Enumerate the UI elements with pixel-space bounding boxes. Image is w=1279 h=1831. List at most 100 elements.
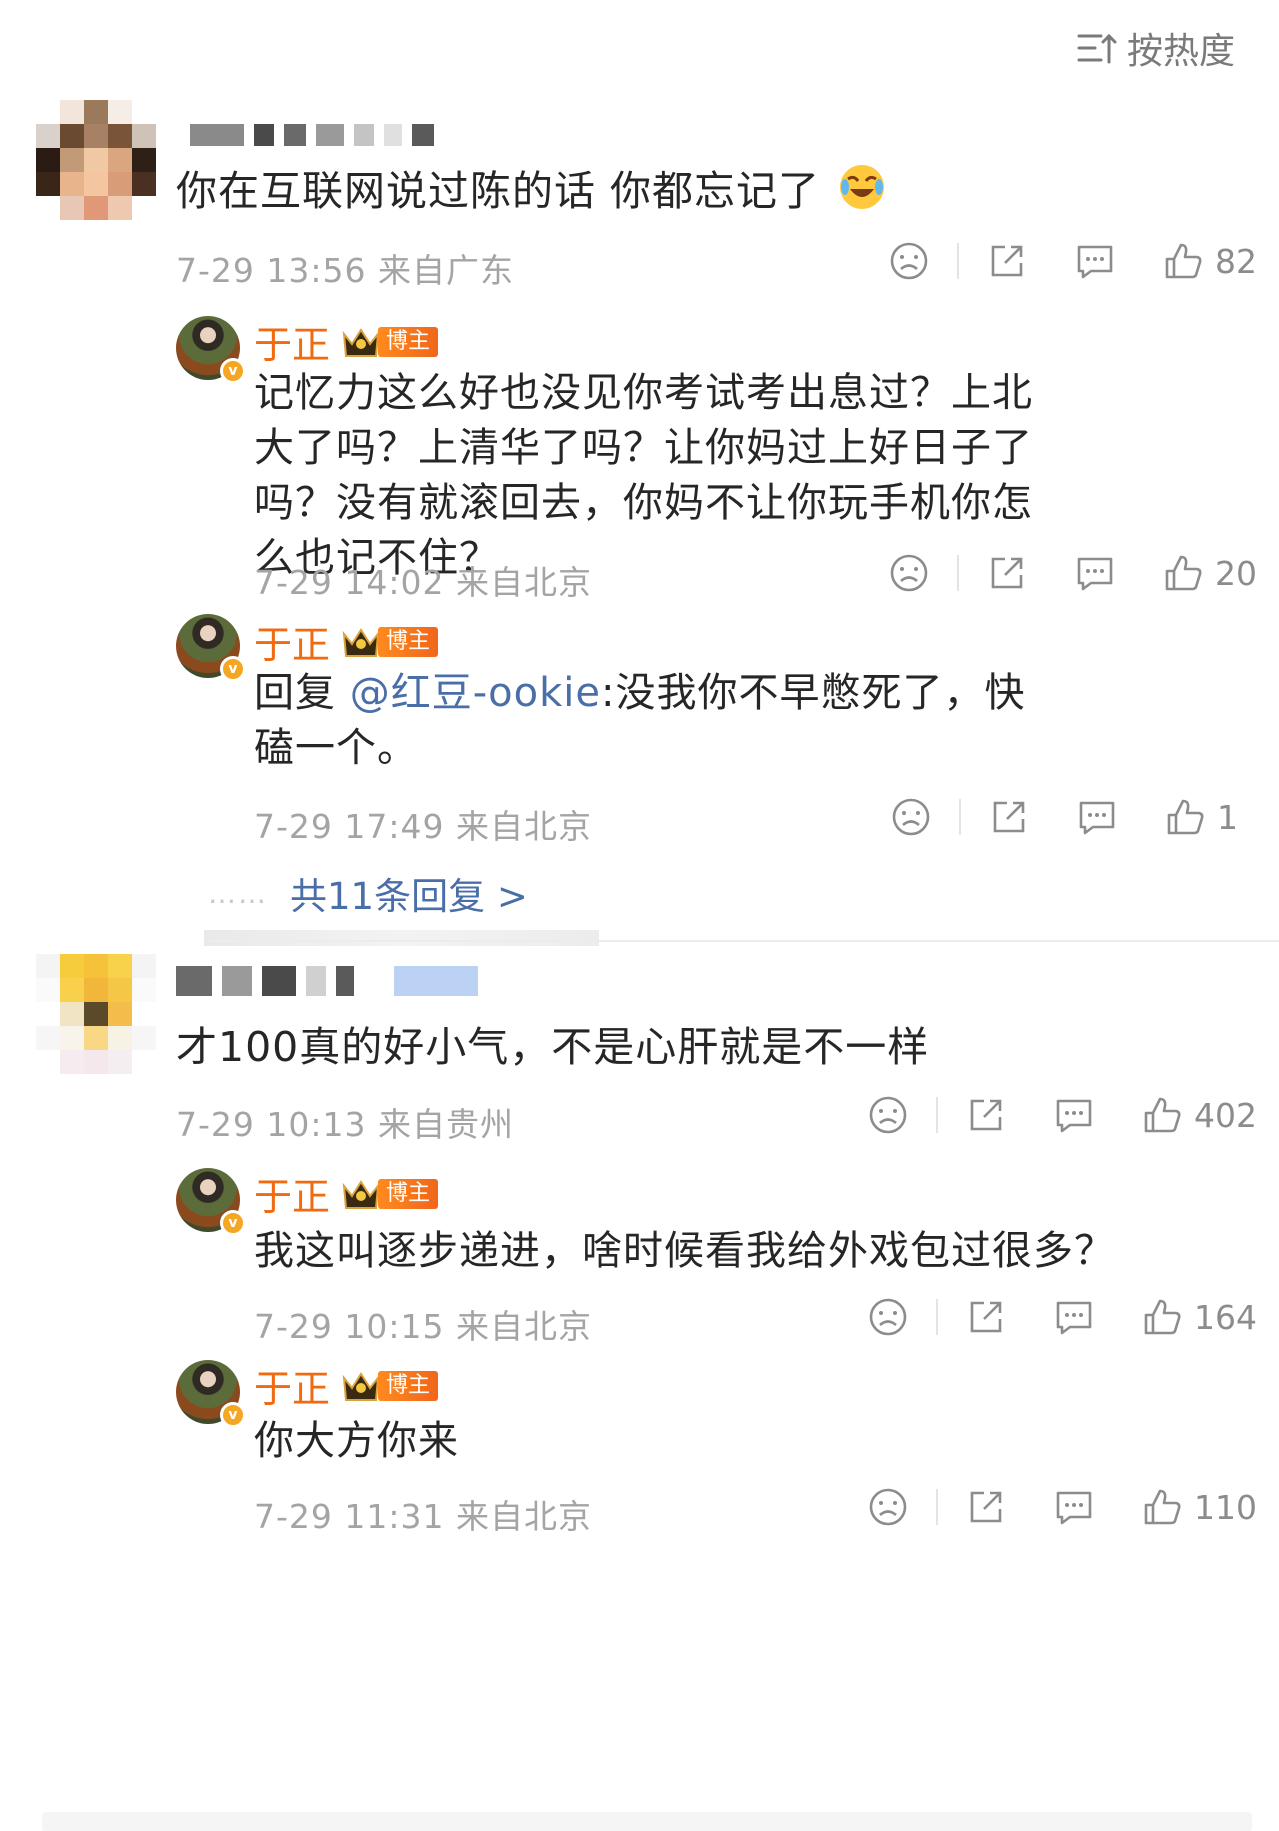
- more-dots: ……: [208, 876, 268, 910]
- verified-badge-icon: v: [220, 358, 246, 384]
- thumbs-up-icon: [1144, 1489, 1181, 1525]
- dislike-button[interactable]: [887, 551, 931, 595]
- reply-button[interactable]: [1073, 551, 1117, 595]
- reply-author[interactable]: 于正 博主: [254, 314, 439, 369]
- comment-text: 才100真的好小气，不是心肝就是不一样: [176, 1023, 930, 1071]
- mention-link[interactable]: @红豆-ookie: [350, 670, 601, 716]
- username-redacted[interactable]: [176, 966, 478, 996]
- comment-icon: [1056, 1099, 1092, 1133]
- share-icon: [970, 1099, 1002, 1131]
- like-count: 164: [1194, 1297, 1257, 1337]
- like-button[interactable]: 1: [1163, 795, 1257, 839]
- sort-label: 按热度: [1126, 31, 1235, 72]
- reply-author[interactable]: 于正 博主: [254, 614, 439, 669]
- sad-face-icon: [869, 1488, 907, 1526]
- reply-button[interactable]: [1073, 239, 1117, 283]
- comment-icon: [1077, 557, 1113, 591]
- divider: [936, 1489, 938, 1525]
- reply-button[interactable]: [1052, 1093, 1096, 1137]
- reply-author[interactable]: 于正 博主: [254, 1358, 439, 1413]
- view-all-replies-label: 共11条回复 >: [290, 875, 528, 918]
- comment-icon: [1079, 801, 1115, 835]
- reply-text: 你大方你来: [254, 1418, 459, 1464]
- crown-icon: [342, 327, 380, 357]
- reply-avatar[interactable]: v: [176, 614, 246, 682]
- like-count: 110: [1194, 1487, 1257, 1527]
- thumbs-up-icon: [1167, 799, 1204, 835]
- divider: [204, 930, 599, 946]
- dislike-button[interactable]: [866, 1295, 910, 1339]
- share-icon: [991, 557, 1023, 589]
- thumbs-up-icon: [1165, 555, 1202, 591]
- verified-badge-icon: v: [220, 1402, 246, 1428]
- avatar[interactable]: [36, 100, 158, 222]
- sad-face-icon: [869, 1298, 907, 1336]
- blogger-badge: 博主: [340, 624, 439, 660]
- divider: [204, 940, 1279, 942]
- thumbs-up-icon: [1165, 243, 1202, 279]
- view-all-replies-link[interactable]: …… 共11条回复 >: [208, 866, 528, 920]
- like-count: 82: [1215, 241, 1257, 281]
- share-button[interactable]: [985, 239, 1029, 283]
- like-count: 402: [1194, 1095, 1257, 1135]
- username-redacted[interactable]: [190, 124, 434, 146]
- thumbs-up-icon: [1144, 1299, 1181, 1335]
- reply-author[interactable]: 于正 博主: [254, 1166, 439, 1221]
- bottom-input-bar[interactable]: [42, 1812, 1252, 1831]
- reply-actions: 20: [887, 548, 1257, 598]
- sort-by-hot-button[interactable]: 按热度: [1075, 22, 1235, 74]
- divider: [936, 1299, 938, 1335]
- reply-avatar[interactable]: v: [176, 1168, 246, 1236]
- like-count: 1: [1217, 797, 1238, 837]
- reply-actions: 110: [866, 1482, 1257, 1532]
- like-button[interactable]: 110: [1140, 1485, 1257, 1529]
- comment-icon: [1056, 1491, 1092, 1525]
- share-button[interactable]: [987, 795, 1031, 839]
- like-button[interactable]: 164: [1140, 1295, 1257, 1339]
- crown-icon: [342, 1179, 380, 1209]
- dislike-button[interactable]: [889, 795, 933, 839]
- avatar[interactable]: [36, 954, 158, 1076]
- share-icon: [970, 1491, 1002, 1523]
- divider: [936, 1097, 938, 1133]
- crown-icon: [342, 627, 380, 657]
- share-button[interactable]: [964, 1295, 1008, 1339]
- thumbs-up-icon: [1144, 1097, 1181, 1133]
- sad-face-icon: [890, 554, 928, 592]
- reply-button[interactable]: [1075, 795, 1119, 839]
- reply-avatar[interactable]: v: [176, 316, 246, 384]
- comment-icon: [1056, 1301, 1092, 1335]
- like-count: 20: [1215, 553, 1257, 593]
- comment-text: 你在互联网说过陈的话 你都忘记了: [176, 160, 886, 222]
- divider: [957, 555, 959, 591]
- comment-actions: 402: [866, 1090, 1257, 1140]
- comment-meta: 7-29 13:56 来自广东: [176, 251, 514, 290]
- share-icon: [993, 801, 1025, 833]
- reply-text: 回复 @红豆-ookie:没我你不早憋死了，快磕一个。: [254, 670, 1026, 771]
- reply-button[interactable]: [1052, 1485, 1096, 1529]
- reply-meta: 7-29 17:49 来自北京: [254, 807, 592, 846]
- dislike-button[interactable]: [887, 239, 931, 283]
- sad-face-icon: [869, 1096, 907, 1134]
- comment-icon: [1077, 245, 1113, 279]
- sort-icon: [1077, 33, 1117, 64]
- share-button[interactable]: [964, 1093, 1008, 1137]
- dislike-button[interactable]: [866, 1485, 910, 1529]
- share-button[interactable]: [964, 1485, 1008, 1529]
- sad-face-icon: [892, 798, 930, 836]
- blogger-badge: 博主: [340, 324, 439, 360]
- reply-meta: 7-29 11:31 来自北京: [254, 1497, 592, 1536]
- comment-actions: 82: [887, 236, 1257, 286]
- reply-actions: 1: [889, 792, 1257, 842]
- blogger-badge: 博主: [340, 1368, 439, 1404]
- like-button[interactable]: 20: [1161, 551, 1257, 595]
- share-button[interactable]: [985, 551, 1029, 595]
- dislike-button[interactable]: [866, 1093, 910, 1137]
- reply-button[interactable]: [1052, 1295, 1096, 1339]
- reply-avatar[interactable]: v: [176, 1360, 246, 1428]
- verified-badge-icon: v: [220, 656, 246, 682]
- blogger-badge: 博主: [340, 1176, 439, 1212]
- like-button[interactable]: 402: [1140, 1093, 1257, 1137]
- laugh-cry-emoji-icon: [840, 165, 885, 209]
- like-button[interactable]: 82: [1161, 239, 1257, 283]
